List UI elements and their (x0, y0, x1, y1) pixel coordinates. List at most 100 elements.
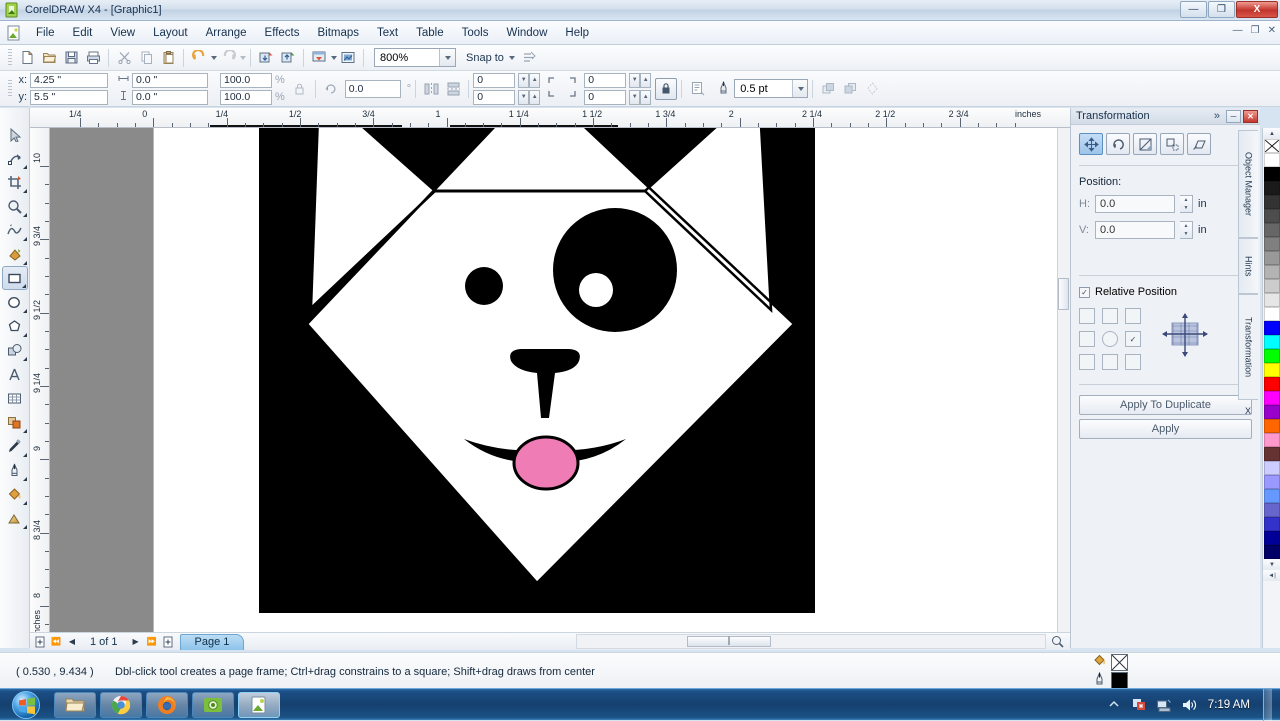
toolbox-ellipse-tool[interactable] (2, 290, 28, 314)
color-swatch[interactable] (1264, 391, 1280, 405)
anchor-cell-top-center[interactable] (1102, 308, 1118, 324)
corner-br-spinner[interactable]: ▼ ▲ (629, 89, 652, 105)
floppy-disk-icon[interactable] (60, 47, 82, 69)
y-position-input[interactable]: 5.5 " (30, 89, 108, 105)
color-swatch[interactable] (1264, 153, 1280, 167)
next-page-icon[interactable]: ▶ (128, 634, 144, 649)
color-swatch[interactable] (1264, 517, 1280, 531)
flyout-arrow-icon[interactable] (22, 333, 27, 337)
palette-scroll-down-icon[interactable]: ▼ (1263, 559, 1280, 570)
color-swatch[interactable] (1264, 237, 1280, 251)
palette-expand-icon[interactable]: ◄| (1263, 570, 1280, 581)
color-swatch[interactable] (1264, 405, 1280, 419)
relative-position-checkbox[interactable]: ✓ (1079, 286, 1090, 298)
x-position-input[interactable]: 4.25 " (30, 72, 108, 88)
color-swatch[interactable] (1264, 265, 1280, 279)
toolbox-interactive-fill-tool[interactable] (2, 506, 28, 530)
chevron-down-icon[interactable] (439, 49, 455, 66)
anchor-cell-bottom-center[interactable] (1102, 354, 1118, 370)
doc-close-button[interactable]: ✕ (1268, 25, 1276, 36)
color-swatch[interactable] (1264, 461, 1280, 475)
color-swatch[interactable] (1264, 181, 1280, 195)
width-input[interactable]: 0.0 " (132, 72, 208, 88)
start-button[interactable] (2, 690, 50, 720)
options-icon[interactable] (519, 47, 541, 69)
color-swatch[interactable] (1264, 419, 1280, 433)
horizontal-ruler[interactable]: 1/4 0 1/4 1/2 3/4 1 1 1/4 1 1/2 1 3/4 2 2 1/4 2 1/2… (30, 108, 1070, 128)
panda-face-drawing[interactable] (259, 128, 815, 613)
mirror-vertical-icon[interactable] (442, 78, 464, 100)
last-page-icon[interactable]: ⏩ (144, 634, 160, 649)
color-swatch[interactable] (1264, 349, 1280, 363)
corner-radius-top-left-input[interactable]: 0 (473, 72, 516, 88)
v-position-input[interactable]: 0.0 (1095, 221, 1175, 239)
color-swatch-none[interactable] (1264, 139, 1280, 153)
menu-tools[interactable]: Tools (453, 24, 498, 42)
color-swatch[interactable] (1264, 223, 1280, 237)
first-page-icon[interactable]: ⏪ (48, 634, 64, 649)
toolbar-grip[interactable] (8, 48, 12, 67)
color-swatch[interactable] (1264, 321, 1280, 335)
flyout-arrow-icon[interactable] (21, 284, 26, 288)
flyout-arrow-icon[interactable] (22, 525, 27, 529)
scissors-icon[interactable] (113, 47, 135, 69)
flyout-arrow-icon[interactable] (22, 357, 27, 361)
anchor-cell-top-left[interactable] (1079, 308, 1095, 324)
printer-icon[interactable] (82, 47, 104, 69)
toolbox-table-tool[interactable] (2, 386, 28, 410)
zoom-level-combobox[interactable]: 800% (374, 48, 456, 67)
toolbox-blend-tool[interactable] (2, 410, 28, 434)
apply-button[interactable]: Apply (1079, 419, 1252, 439)
color-swatch[interactable] (1264, 447, 1280, 461)
fill-color-swatch[interactable] (1111, 654, 1128, 671)
show-desktop-button[interactable] (1263, 689, 1272, 721)
to-back-icon[interactable] (839, 78, 861, 100)
flyout-arrow-icon[interactable] (22, 165, 27, 169)
flyout-arrow-icon[interactable] (22, 453, 27, 457)
outline-color-indicator[interactable] (1092, 671, 1128, 689)
import-icon[interactable] (255, 47, 277, 69)
propbar-grip[interactable] (8, 79, 12, 98)
flyout-arrow-icon[interactable] (22, 189, 27, 193)
toolbox-eyedropper-tool[interactable] (2, 434, 28, 458)
close-icon[interactable]: ✕ (1243, 109, 1258, 123)
color-swatch[interactable] (1264, 363, 1280, 377)
toolbox-pick-tool[interactable] (2, 122, 28, 146)
redo-arrow-icon[interactable] (217, 47, 239, 69)
chevron-down-icon[interactable] (508, 55, 515, 60)
toolbox-text-tool[interactable] (2, 362, 28, 386)
toolbox-rectangle-tool[interactable] (1, 266, 28, 290)
folder-open-icon[interactable] (38, 47, 60, 69)
minimize-icon[interactable]: ─ (1226, 109, 1241, 123)
vertical-ruler[interactable]: 10 9 3/4 9 1/2 9 1/4 9 8 3/4 8 inches (30, 128, 50, 648)
export-icon[interactable] (277, 47, 299, 69)
toolbox-basic-shapes-tool[interactable] (2, 338, 28, 362)
menu-bitmaps[interactable]: Bitmaps (308, 24, 368, 42)
size-mode-button[interactable] (1160, 133, 1184, 155)
flyout-arrow-icon[interactable] (22, 477, 27, 481)
undo-arrow-icon[interactable] (188, 47, 210, 69)
flyout-arrow-icon[interactable] (22, 261, 27, 265)
menu-table[interactable]: Table (407, 24, 453, 42)
sidebar-tab-hints[interactable]: Hints (1238, 238, 1258, 294)
taskbar-item-windows-explorer[interactable] (54, 691, 96, 718)
toolbox-outline-tool[interactable] (2, 458, 28, 482)
minimize-button[interactable]: — (1180, 1, 1207, 18)
fill-color-indicator[interactable] (1092, 654, 1128, 671)
height-input[interactable]: 0.0 " (132, 89, 208, 105)
corner-radius-bottom-left-input[interactable]: 0 (473, 89, 516, 105)
toolbox-smart-fill-tool[interactable] (2, 242, 28, 266)
toolbox-polygon-tool[interactable] (2, 314, 28, 338)
mirror-horizontal-icon[interactable] (420, 78, 442, 100)
h-position-input[interactable]: 0.0 (1095, 195, 1175, 213)
canvas-vertical-scrollbar[interactable] (1057, 128, 1070, 632)
color-swatch[interactable] (1264, 335, 1280, 349)
color-swatch[interactable] (1264, 279, 1280, 293)
scale-vertical-input[interactable]: 100.0 (220, 89, 272, 105)
v-position-spinner[interactable]: ▲ ▼ (1180, 221, 1193, 239)
sidebar-tab-close[interactable]: X (1238, 400, 1258, 422)
toolbox-crop-tool[interactable] (2, 170, 28, 194)
corner-lock-icon[interactable] (655, 77, 678, 100)
zoom-to-fit-icon[interactable] (1050, 634, 1065, 649)
flyout-arrow-icon[interactable] (22, 213, 27, 217)
